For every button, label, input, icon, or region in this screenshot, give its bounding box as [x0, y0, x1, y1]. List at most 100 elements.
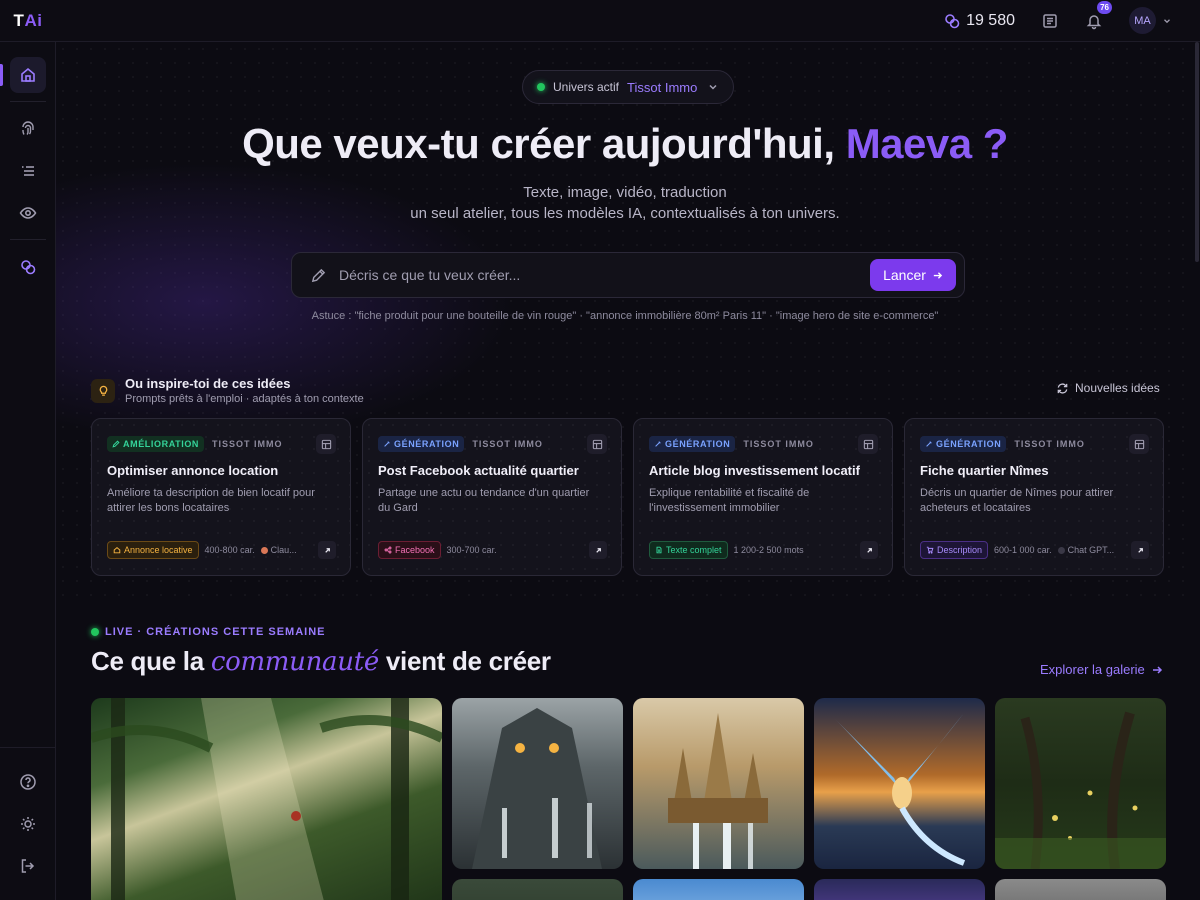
credits-counter[interactable]: 19 580: [944, 12, 1015, 30]
user-menu[interactable]: MA: [1129, 7, 1172, 34]
length-label: 600-1 000 car.: [994, 545, 1052, 555]
gallery-image-person[interactable]: [995, 879, 1166, 900]
category-tag: AMÉLIORATION: [107, 436, 205, 452]
launch-button[interactable]: Lancer: [870, 259, 956, 291]
ideas-subtitle: Prompts prêts à l'emploi · adaptés à ton…: [125, 393, 364, 405]
active-indicator: [0, 64, 3, 86]
open-card-button[interactable]: [1131, 541, 1149, 559]
live-dot: [91, 628, 99, 636]
document-icon: [656, 546, 662, 554]
bell-icon: [1086, 14, 1102, 29]
type-tag: Annonce locative: [107, 541, 199, 559]
model-icon: [260, 546, 268, 554]
top-bar: T Ai 19 580 76 MA: [0, 0, 1200, 42]
idea-card[interactable]: GÉNÉRATION TISSOT IMMO Fiche quartier Nî…: [904, 418, 1164, 576]
sidebar-item-logout[interactable]: [10, 848, 46, 884]
page-title: Que veux-tu créer aujourd'hui, Maeva ?: [56, 120, 1194, 168]
arrow-right-icon: [1152, 665, 1162, 674]
card-title: Article blog investissement locatif: [649, 463, 860, 478]
sidebar-divider: [0, 747, 56, 748]
card-title: Optimiser annonce location: [107, 463, 279, 478]
sidebar-item-theme[interactable]: [10, 806, 46, 842]
coins-icon: [21, 260, 36, 275]
castle-illustration: [668, 713, 768, 869]
jungle-illustration: [91, 698, 442, 900]
template-icon: [1134, 439, 1144, 449]
app-logo[interactable]: T Ai: [0, 0, 56, 42]
sidebar-divider: [10, 101, 46, 102]
sidebar-item-identity[interactable]: [10, 111, 46, 147]
gallery-image-sky[interactable]: [633, 879, 804, 900]
type-label: Description: [937, 545, 983, 555]
length-label: 300-700 car.: [446, 545, 497, 555]
sidebar-item-preview[interactable]: [10, 195, 46, 231]
gallery-image-phoenix[interactable]: [814, 698, 985, 869]
gallery-image-castle[interactable]: [633, 698, 804, 869]
idea-card[interactable]: GÉNÉRATION TISSOT IMMO Article blog inve…: [633, 418, 893, 576]
sun-icon: [21, 817, 35, 831]
news-button[interactable]: [1041, 12, 1059, 30]
community-title: Ce que la communauté vient de créer: [91, 646, 551, 677]
category-tag: GÉNÉRATION: [920, 436, 1007, 452]
logo-accent: Ai: [24, 10, 43, 30]
gallery-image-fantasy[interactable]: [814, 879, 985, 900]
subtitle-line-1: Texte, image, vidéo, traduction: [523, 184, 727, 201]
card-title: Post Facebook actualité quartier: [378, 463, 579, 478]
scroll-thumb[interactable]: [1195, 42, 1199, 262]
pencil-icon: [112, 440, 120, 448]
model-icon: [1057, 546, 1065, 554]
save-template-button[interactable]: [316, 434, 336, 454]
gallery-image-jungle[interactable]: [91, 698, 442, 900]
universe-label: Univers actif: [553, 80, 620, 94]
notification-badge: 76: [1097, 0, 1112, 14]
save-template-button[interactable]: [858, 434, 878, 454]
refresh-icon: [1057, 382, 1068, 394]
template-icon: [863, 439, 873, 449]
open-card-button[interactable]: [860, 541, 878, 559]
model-name: Clau...: [270, 545, 297, 555]
eye-icon: [19, 207, 37, 219]
category-label: AMÉLIORATION: [123, 439, 200, 449]
idea-card[interactable]: AMÉLIORATION TISSOT IMMO Optimiser annon…: [91, 418, 351, 576]
refresh-ideas-button[interactable]: Nouvelles idées: [1056, 381, 1160, 395]
explore-gallery-link[interactable]: Explorer la galerie: [1040, 662, 1163, 677]
fingerprint-icon: [22, 121, 34, 136]
universe-selector[interactable]: Univers actif Tissot Immo: [522, 70, 734, 104]
arrow-up-right-icon: [595, 547, 601, 553]
gallery-image-portrait[interactable]: [452, 879, 623, 900]
gallery-image-forest[interactable]: [995, 698, 1166, 869]
save-template-button[interactable]: [1129, 434, 1149, 454]
arrow-up-right-icon: [1137, 547, 1143, 553]
ideas-cards: AMÉLIORATION TISSOT IMMO Optimiser annon…: [91, 418, 1164, 576]
sidebar: [0, 42, 56, 900]
prompt-tip: Astuce : "fiche produit pour une bouteil…: [311, 310, 939, 322]
scrollbar[interactable]: [1194, 42, 1200, 900]
sidebar-item-list[interactable]: [10, 153, 46, 189]
open-card-button[interactable]: [318, 541, 336, 559]
explore-label: Explorer la galerie: [1040, 662, 1145, 677]
save-template-button[interactable]: [587, 434, 607, 454]
ideas-title: Ou inspire-toi de ces idées: [125, 376, 291, 391]
type-tag: Facebook: [378, 541, 441, 559]
wand-icon: [384, 441, 390, 447]
live-indicator: LIVE · CRÉATIONS CETTE SEMAINE: [91, 626, 325, 638]
sidebar-item-credits[interactable]: [10, 249, 46, 285]
ideas-header: Ou inspire-toi de ces idées Prompts prêt…: [91, 376, 364, 405]
gallery-image-mountain-face[interactable]: [452, 698, 623, 869]
pencil-icon: [311, 268, 326, 282]
home-icon: [21, 67, 35, 82]
list-icon: [22, 166, 34, 176]
sidebar-item-help[interactable]: [10, 764, 46, 800]
card-title: Fiche quartier Nîmes: [920, 463, 1049, 478]
open-card-button[interactable]: [589, 541, 607, 559]
model-label: Clau...: [260, 545, 297, 555]
prompt-input[interactable]: [339, 267, 870, 283]
sidebar-item-home[interactable]: [10, 57, 46, 93]
notifications-button[interactable]: 76: [1085, 0, 1112, 30]
user-name: Maeva ?: [845, 120, 1009, 167]
card-org: TISSOT IMMO: [472, 439, 543, 449]
card-description: Partage une actu ou tendance d'un quarti…: [378, 487, 590, 514]
title-suffix: vient de créer: [378, 646, 551, 676]
card-org: TISSOT IMMO: [212, 439, 283, 449]
idea-card[interactable]: GÉNÉRATION TISSOT IMMO Post Facebook act…: [362, 418, 622, 576]
